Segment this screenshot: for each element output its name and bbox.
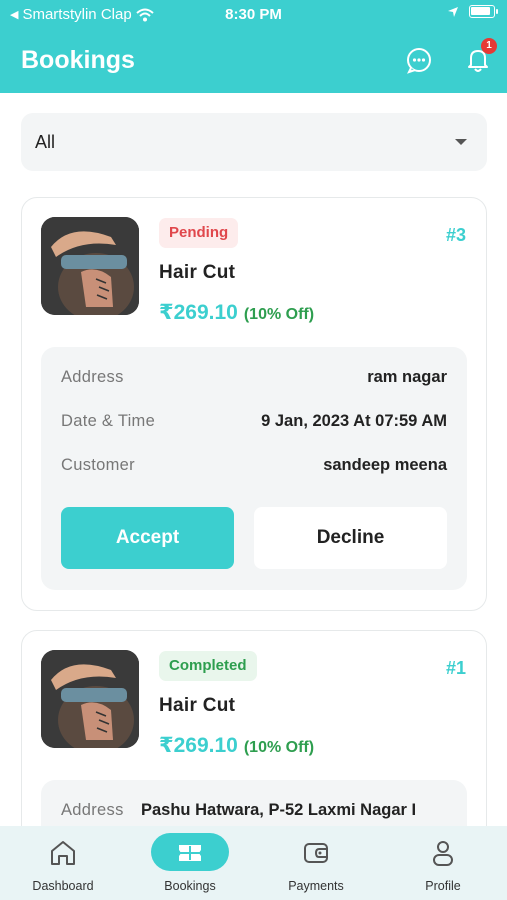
price-row: ₹269.10 (10% Off): [159, 300, 314, 325]
location-arrow-icon: [448, 6, 458, 17]
service-price: ₹269.10: [159, 734, 238, 757]
tab-label: Payments: [288, 879, 344, 893]
order-number: #1: [445, 658, 466, 678]
order-number: #3: [445, 225, 466, 245]
user-icon: [433, 841, 453, 866]
bottom-tab-bar: Dashboard Bookings Payments Profile: [0, 826, 507, 900]
booking-card[interactable]: Pending #3 Hair Cut ₹269.10 (10% Off) Ad…: [21, 197, 487, 611]
caret-down-icon: [455, 139, 467, 145]
datetime-label: Date & Time: [61, 412, 156, 430]
tab-profile[interactable]: Profile: [380, 826, 506, 900]
status-badge: Pending: [159, 218, 239, 248]
address-value: ram nagar: [367, 368, 447, 386]
decline-button[interactable]: Decline: [254, 507, 447, 569]
address-label: Address: [61, 801, 124, 819]
address-label: Address: [61, 368, 124, 386]
wallet-icon: [304, 843, 328, 863]
haircut-image: [41, 650, 139, 748]
discount-label: (10% Off): [243, 739, 315, 756]
tab-label: Profile: [425, 879, 461, 893]
status-badge: Completed: [159, 651, 257, 681]
customer-row: Customer sandeep meena: [61, 456, 447, 480]
tab-bookings[interactable]: Bookings: [127, 826, 253, 900]
customer-value: sandeep meena: [323, 456, 447, 474]
status-bar: ◀ Smartstylin Clap 8:30 PM: [0, 0, 507, 28]
service-thumbnail: [41, 217, 139, 315]
service-name: Hair Cut: [159, 262, 236, 283]
app-header: ◀ Smartstylin Clap 8:30 PM Bookings 1: [0, 0, 507, 93]
battery-icon: [469, 5, 498, 18]
accept-button[interactable]: Accept: [61, 507, 234, 569]
service-thumbnail: [41, 650, 139, 748]
tab-dashboard[interactable]: Dashboard: [0, 826, 126, 900]
booking-details: Address ram nagar Date & Time 9 Jan, 202…: [41, 347, 467, 590]
address-value: Pashu Hatwara, P-52 Laxmi Nagar I: [141, 801, 417, 819]
service-price: ₹269.10: [159, 301, 238, 324]
datetime-value: 9 Jan, 2023 At 07:59 AM: [261, 412, 447, 430]
discount-label: (10% Off): [243, 306, 315, 323]
status-time: 8:30 PM: [225, 6, 282, 23]
status-right: [447, 5, 498, 18]
service-name: Hair Cut: [159, 695, 236, 716]
address-row: Address ram nagar: [61, 368, 447, 392]
tab-label: Dashboard: [32, 879, 94, 893]
price-row: ₹269.10 (10% Off): [159, 733, 314, 758]
filter-selected-value: All: [35, 132, 56, 152]
tab-label: Bookings: [164, 879, 216, 893]
ticket-icon: [179, 845, 201, 861]
customer-label: Customer: [61, 456, 135, 474]
haircut-image: [41, 217, 139, 315]
home-icon: [51, 841, 75, 865]
tab-payments[interactable]: Payments: [253, 826, 379, 900]
notification-badge: 1: [481, 38, 497, 54]
status-filter-dropdown[interactable]: All: [21, 113, 487, 171]
chat-icon[interactable]: [405, 46, 433, 74]
datetime-row: Date & Time 9 Jan, 2023 At 07:59 AM: [61, 412, 447, 436]
address-row: Address Pashu Hatwara, P-52 Laxmi Nagar …: [61, 801, 447, 825]
page-title: Bookings: [21, 46, 135, 74]
